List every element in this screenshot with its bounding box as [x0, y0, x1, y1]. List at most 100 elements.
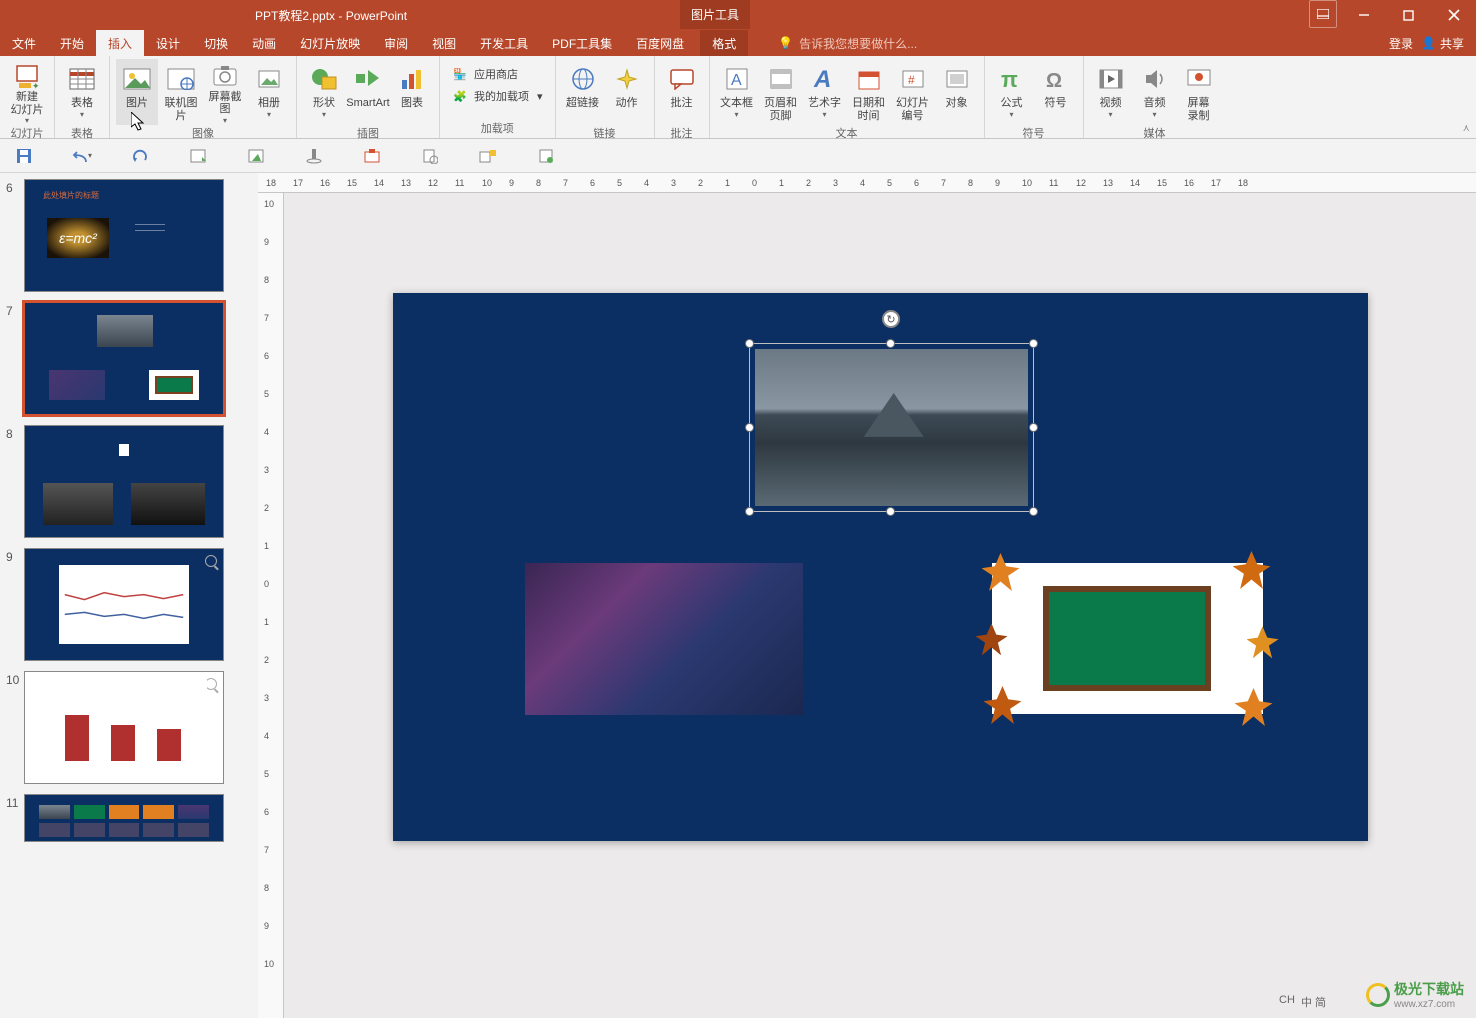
resize-handle-ml[interactable] — [745, 423, 754, 432]
svg-text:A: A — [813, 66, 831, 92]
object-button[interactable]: 对象 — [936, 59, 978, 125]
slide-number-button[interactable]: # 幻灯片 编号 — [892, 59, 934, 125]
equation-button[interactable]: π 公式▾ — [991, 59, 1033, 125]
store-icon: 🏪 — [452, 66, 468, 82]
qat-btn-7[interactable] — [362, 146, 382, 166]
tab-baidu[interactable]: 百度网盘 — [624, 30, 696, 56]
screen-recording-icon — [1183, 63, 1215, 95]
tab-review[interactable]: 审阅 — [372, 30, 420, 56]
action-button[interactable]: 动作 — [606, 59, 648, 125]
horizontal-ruler[interactable]: 1817161514131211109876543210123456789101… — [258, 173, 1476, 193]
tab-home[interactable]: 开始 — [48, 30, 96, 56]
resize-handle-tm[interactable] — [886, 339, 895, 348]
textbox-button[interactable]: A 文本框▾ — [716, 59, 758, 125]
shapes-button[interactable]: 形状▾ — [303, 59, 345, 125]
resize-handle-tr[interactable] — [1029, 339, 1038, 348]
ribbon-display-options-icon[interactable] — [1309, 0, 1337, 28]
maximize-button[interactable] — [1386, 0, 1431, 30]
qat-btn-4[interactable] — [188, 146, 208, 166]
tab-view[interactable]: 视图 — [420, 30, 468, 56]
action-icon — [611, 63, 643, 95]
signin-button[interactable]: 登录 — [1389, 35, 1413, 52]
tab-design[interactable]: 设计 — [144, 30, 192, 56]
thumbnail-6[interactable]: 6 此处填片的标题 ε=mc² ———————————— — [6, 179, 254, 292]
ime-indicator[interactable]: CH 中 简 — [1279, 994, 1326, 1010]
undo-button[interactable]: ▾ — [72, 146, 92, 166]
hyperlink-button[interactable]: 超链接 — [562, 59, 604, 125]
tab-slideshow[interactable]: 幻灯片放映 — [288, 30, 372, 56]
qat-btn-8[interactable] — [420, 146, 440, 166]
comment-button[interactable]: 批注 — [661, 59, 703, 125]
close-button[interactable] — [1431, 0, 1476, 30]
tab-animations[interactable]: 动画 — [240, 30, 288, 56]
addins-icon: 🧩 — [452, 88, 468, 104]
group-label-symbols: 符号 — [991, 125, 1077, 143]
thumbnail-11[interactable]: 11 — [6, 794, 254, 842]
minimize-button[interactable] — [1341, 0, 1386, 30]
share-button[interactable]: 👤共享 — [1421, 35, 1464, 52]
share-icon: 👤 — [1421, 36, 1436, 50]
tab-transitions[interactable]: 切换 — [192, 30, 240, 56]
tell-me-box[interactable]: 💡 告诉我您想要做什么... — [778, 35, 917, 52]
city-image[interactable] — [525, 563, 803, 715]
save-button[interactable] — [14, 146, 34, 166]
screen-recording-button[interactable]: 屏幕 录制 — [1178, 59, 1220, 125]
table-button[interactable]: 表格▾ — [61, 59, 103, 125]
symbol-icon: Ω — [1040, 63, 1072, 95]
new-slide-button[interactable]: ✦ 新建 幻灯片▾ — [6, 59, 48, 125]
tab-pdf[interactable]: PDF工具集 — [540, 30, 624, 56]
qat-btn-5[interactable] — [246, 146, 266, 166]
picture-button[interactable]: 图片 — [116, 59, 158, 125]
wordart-icon: A — [809, 63, 841, 95]
symbol-button[interactable]: Ω 符号 — [1035, 59, 1077, 125]
my-addins-button[interactable]: 🧩我的加载项▾ — [446, 85, 549, 107]
photo-album-button[interactable]: 相册▾ — [248, 59, 290, 125]
tab-developer[interactable]: 开发工具 — [468, 30, 540, 56]
audio-button[interactable]: 音频▾ — [1134, 59, 1176, 125]
object-icon — [941, 63, 973, 95]
rotate-handle[interactable] — [882, 310, 900, 328]
slide-7[interactable] — [393, 293, 1368, 841]
thumbnail-9[interactable]: 9 — [6, 548, 254, 661]
thumbnail-10[interactable]: 10 — [6, 671, 254, 784]
slide-thumbnails-panel[interactable]: 6 此处填片的标题 ε=mc² ———————————— 7 8 9 — [0, 173, 258, 1018]
tab-format[interactable]: 格式 — [700, 30, 748, 56]
workspace: 6 此处填片的标题 ε=mc² ———————————— 7 8 9 — [0, 173, 1476, 1018]
qat-btn-6[interactable] — [304, 146, 324, 166]
group-tables: 表格▾ 表格 — [55, 56, 110, 138]
collapse-ribbon-button[interactable]: ⋏ — [1463, 123, 1470, 134]
resize-handle-bm[interactable] — [886, 507, 895, 516]
redo-button[interactable] — [130, 146, 150, 166]
group-label-media: 媒体 — [1090, 125, 1220, 143]
thumbnail-7[interactable]: 7 — [6, 302, 254, 415]
resize-handle-tl[interactable] — [745, 339, 754, 348]
svg-text:A: A — [731, 72, 742, 89]
zoom-icon — [205, 555, 217, 567]
tab-file[interactable]: 文件 — [0, 30, 48, 56]
tab-insert[interactable]: 插入 — [96, 30, 144, 56]
smartart-button[interactable]: SmartArt — [347, 59, 389, 125]
svg-text:π: π — [1001, 67, 1018, 91]
screenshot-icon — [209, 63, 241, 89]
vertical-ruler[interactable]: 10987654321012345678910 — [258, 193, 284, 1018]
qat-btn-9[interactable] — [478, 146, 498, 166]
resize-handle-mr[interactable] — [1029, 423, 1038, 432]
resize-handle-bl[interactable] — [745, 507, 754, 516]
chalkboard-image[interactable] — [992, 563, 1263, 714]
chart-button[interactable]: 图表 — [391, 59, 433, 125]
selected-image-mountain[interactable] — [755, 349, 1028, 506]
qat-btn-10[interactable] — [536, 146, 556, 166]
group-label-tables: 表格 — [61, 125, 103, 143]
resize-handle-br[interactable] — [1029, 507, 1038, 516]
thumbnail-8[interactable]: 8 — [6, 425, 254, 538]
screenshot-button[interactable]: 屏幕截图▾ — [204, 59, 246, 125]
wordart-button[interactable]: A 艺术字▾ — [804, 59, 846, 125]
store-button[interactable]: 🏪应用商店 — [446, 63, 549, 85]
slide-canvas[interactable] — [284, 193, 1476, 1018]
datetime-button[interactable]: 日期和时间 — [848, 59, 890, 125]
header-footer-button[interactable]: 页眉和页脚 — [760, 59, 802, 125]
online-pictures-button[interactable]: 联机图片 — [160, 59, 202, 125]
slide-number-icon: # — [897, 63, 929, 95]
video-button[interactable]: 视频▾ — [1090, 59, 1132, 125]
group-illustrations: 形状▾ SmartArt 图表 插图 — [297, 56, 440, 138]
